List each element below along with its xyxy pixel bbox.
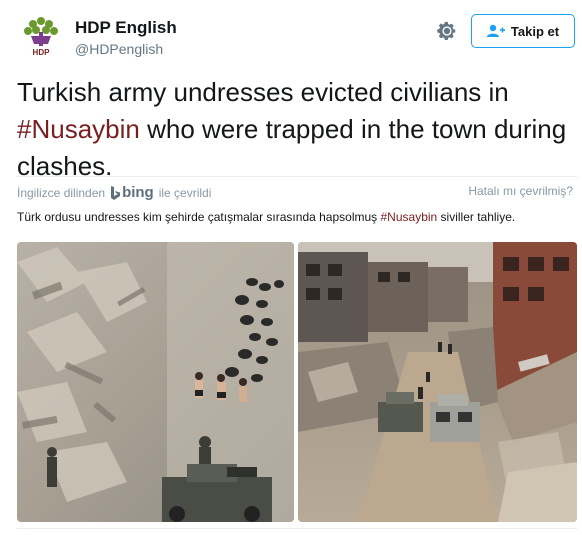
translation-hashtag-link[interactable]: #Nusaybin xyxy=(381,210,438,224)
translation-text-after: siviller tahliye. xyxy=(437,210,516,224)
divider xyxy=(17,176,577,177)
translation-text-before: Türk ordusu undresses kim şehirde çatışm… xyxy=(17,210,381,224)
bing-brand-text: bing xyxy=(122,184,154,201)
account-name[interactable]: HDP English xyxy=(75,18,177,38)
logo-text: HDP xyxy=(33,48,51,57)
bing-logo[interactable]: bing xyxy=(110,184,154,201)
tweet-text-before: Turkish army undresses evicted civilians… xyxy=(17,77,509,107)
account-handle[interactable]: @HDPenglish xyxy=(75,41,163,57)
gear-icon[interactable] xyxy=(436,20,458,42)
tweet-header: HDP HDP English @HDPenglish Takip et xyxy=(0,0,582,70)
tweet-text: Turkish army undresses evicted civilians… xyxy=(17,74,572,185)
translation-prefix: İngilizce dilinden xyxy=(17,185,106,200)
hdp-logo-avatar[interactable]: HDP xyxy=(18,12,64,58)
wrong-translation-link[interactable]: Hatalı mı çevrilmiş? xyxy=(468,184,573,198)
bing-icon xyxy=(111,185,121,200)
right-photo[interactable] xyxy=(298,242,577,522)
follow-label: Takip et xyxy=(510,23,560,39)
bottom-divider xyxy=(17,528,577,529)
add-user-icon xyxy=(486,24,505,37)
translated-text: Türk ordusu undresses kim şehirde çatışm… xyxy=(17,210,577,224)
tweet-hashtag-link[interactable]: #Nusaybin xyxy=(17,114,140,144)
translation-suffix: ile çevrildi xyxy=(158,185,212,200)
follow-button[interactable]: Takip et xyxy=(471,14,575,48)
left-photo[interactable] xyxy=(17,242,294,522)
translation-bar: İngilizce dilinden bing ile çevrildi Hat… xyxy=(17,184,577,201)
translation-source: İngilizce dilinden bing ile çevrildi xyxy=(17,184,211,201)
